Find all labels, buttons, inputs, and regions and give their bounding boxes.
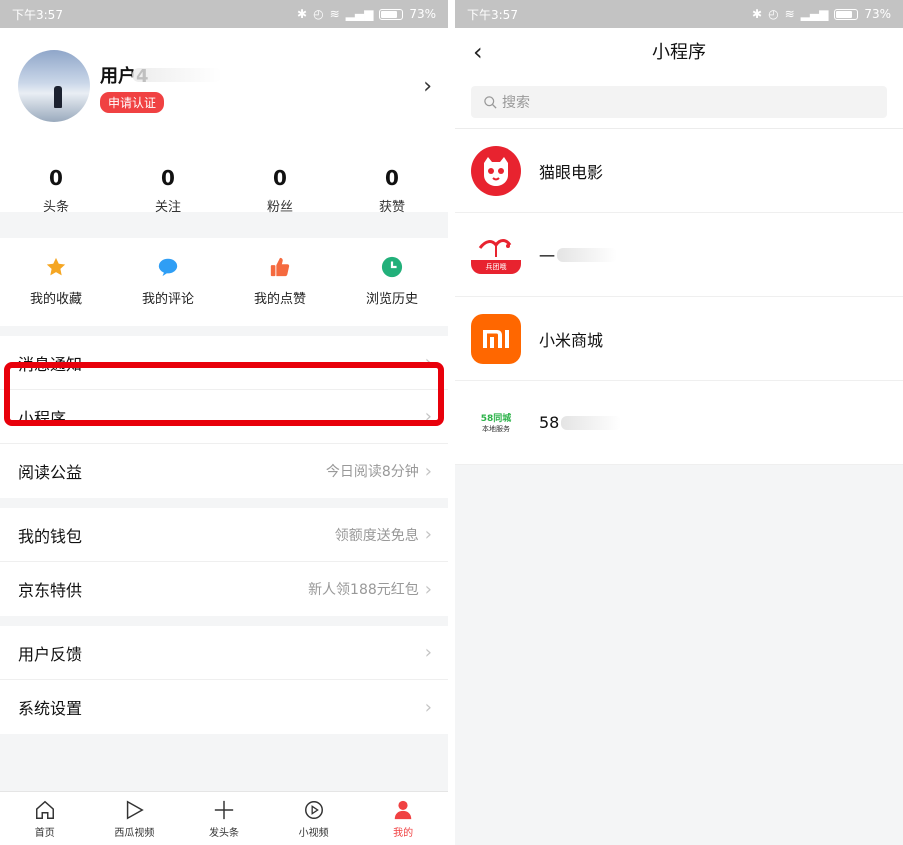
nav-bar: ‹ 小程序 <box>455 28 903 78</box>
status-bar: 下午3:57 ✱ ◴ ≋ ▂▄▆ 73% <box>455 0 903 28</box>
profile-stats: 0 头条 0 关注 0 粉丝 0 获赞 <box>0 166 448 215</box>
search-input[interactable]: 搜索 <box>471 86 887 118</box>
search-icon <box>484 95 497 109</box>
mini-program-list: 猫眼电影 兵团哦 一 小米商城 58同城 本地服务 58 <box>455 129 903 465</box>
mini-programs-screen: 下午3:57 ✱ ◴ ≋ ▂▄▆ 73% ‹ 小程序 搜索 猫眼电影 兵团哦 一… <box>455 0 903 845</box>
58-logo-icon: 58同城 本地服务 <box>471 397 521 448</box>
clock-icon <box>381 256 403 278</box>
stat-likes[interactable]: 0 获赞 <box>336 166 448 215</box>
avatar[interactable] <box>18 50 90 122</box>
chevron-right-icon[interactable]: › <box>423 74 432 99</box>
quick-likes[interactable]: 我的点赞 <box>224 238 336 326</box>
quick-comments[interactable]: 我的评论 <box>112 238 224 326</box>
cert-badge[interactable]: 申请认证 <box>100 92 165 113</box>
name-redaction <box>561 415 622 430</box>
tab-post[interactable]: 发头条 <box>179 792 269 845</box>
battery-percent: 73% <box>409 7 436 21</box>
bluetooth-icon: ✱ <box>752 7 763 21</box>
menu-item-reading-charity[interactable]: 阅读公益 今日阅读8分钟 › <box>0 444 448 498</box>
star-icon <box>45 256 67 278</box>
search-placeholder: 搜索 <box>502 95 530 111</box>
bluetooth-icon: ✱ <box>297 7 308 21</box>
quick-history[interactable]: 浏览历史 <box>336 238 448 326</box>
highlight-box <box>4 362 444 426</box>
bottom-tab-bar: 首页 西瓜视频 发头条 小视频 我的 <box>0 791 448 845</box>
mini-program-58[interactable]: 58同城 本地服务 58 <box>455 381 903 465</box>
chevron-right-icon: › <box>424 642 432 663</box>
profile-screen: 下午3:57 ✱ ◴ ≋ ▂▄▆ 73% 用户4 申请认证 › 0 头条 0 关… <box>0 0 448 845</box>
wifi-icon: ≋ <box>329 7 340 21</box>
chevron-right-icon: › <box>424 578 432 600</box>
battery-icon <box>834 8 859 20</box>
signal-icon: ▂▄▆ <box>345 7 374 21</box>
alarm-icon: ◴ <box>313 7 324 21</box>
status-time: 下午3:57 <box>467 7 518 22</box>
chevron-right-icon: › <box>424 696 432 718</box>
comment-icon <box>157 256 179 278</box>
plus-icon <box>213 798 235 822</box>
person-icon <box>392 798 414 822</box>
menu-group-2: 我的钱包 领额度送免息 › 京东特供 新人领188元红包 › <box>0 508 448 616</box>
stat-following[interactable]: 0 关注 <box>112 166 224 215</box>
tab-home[interactable]: 首页 <box>0 792 90 845</box>
mini-program-flamingo[interactable]: 兵团哦 一 <box>455 213 903 297</box>
tab-mine[interactable]: 我的 <box>358 792 448 845</box>
page-title: 小程序 <box>652 42 706 63</box>
stat-followers[interactable]: 0 粉丝 <box>224 166 336 215</box>
alarm-icon: ◴ <box>768 7 779 21</box>
battery-percent: 73% <box>864 7 891 21</box>
search-bar: 搜索 <box>455 78 903 129</box>
username-redaction <box>132 68 222 82</box>
menu-item-settings[interactable]: 系统设置 › <box>0 680 448 734</box>
chevron-right-icon: › <box>424 460 432 482</box>
tab-small-video[interactable]: 小视频 <box>269 792 359 845</box>
tab-xigua-video[interactable]: 西瓜视频 <box>90 792 180 845</box>
play-icon <box>123 798 145 822</box>
thumbs-up-icon <box>269 256 291 278</box>
menu-group-3: 用户反馈 › 系统设置 › <box>0 626 448 734</box>
wifi-icon: ≋ <box>784 7 795 21</box>
menu-item-feedback[interactable]: 用户反馈 › <box>0 626 448 680</box>
menu-item-wallet[interactable]: 我的钱包 领额度送免息 › <box>0 508 448 562</box>
stat-headlines[interactable]: 0 头条 <box>0 166 112 215</box>
back-arrow-icon[interactable]: ‹ <box>473 38 483 66</box>
quick-favorites[interactable]: 我的收藏 <box>0 238 112 326</box>
quick-actions: 我的收藏 我的评论 我的点赞 浏览历史 <box>0 238 448 326</box>
flamingo-icon: 兵团哦 <box>471 229 521 280</box>
menu-item-jd-special[interactable]: 京东特供 新人领188元红包 › <box>0 562 448 616</box>
status-time: 下午3:57 <box>12 7 63 22</box>
maoyan-cat-icon <box>471 145 521 196</box>
battery-icon <box>379 8 404 20</box>
status-bar: 下午3:57 ✱ ◴ ≋ ▂▄▆ 73% <box>0 0 448 28</box>
home-icon <box>34 798 56 822</box>
signal-icon: ▂▄▆ <box>800 7 829 21</box>
name-redaction <box>557 247 618 262</box>
profile-header[interactable]: 用户4 申请认证 › 0 头条 0 关注 0 粉丝 0 获赞 <box>0 28 448 215</box>
small-video-icon <box>303 798 325 822</box>
mini-program-mi-store[interactable]: 小米商城 <box>455 297 903 381</box>
mini-program-maoyan[interactable]: 猫眼电影 <box>455 129 903 213</box>
mi-logo-icon <box>471 313 521 364</box>
chevron-right-icon: › <box>424 524 432 545</box>
